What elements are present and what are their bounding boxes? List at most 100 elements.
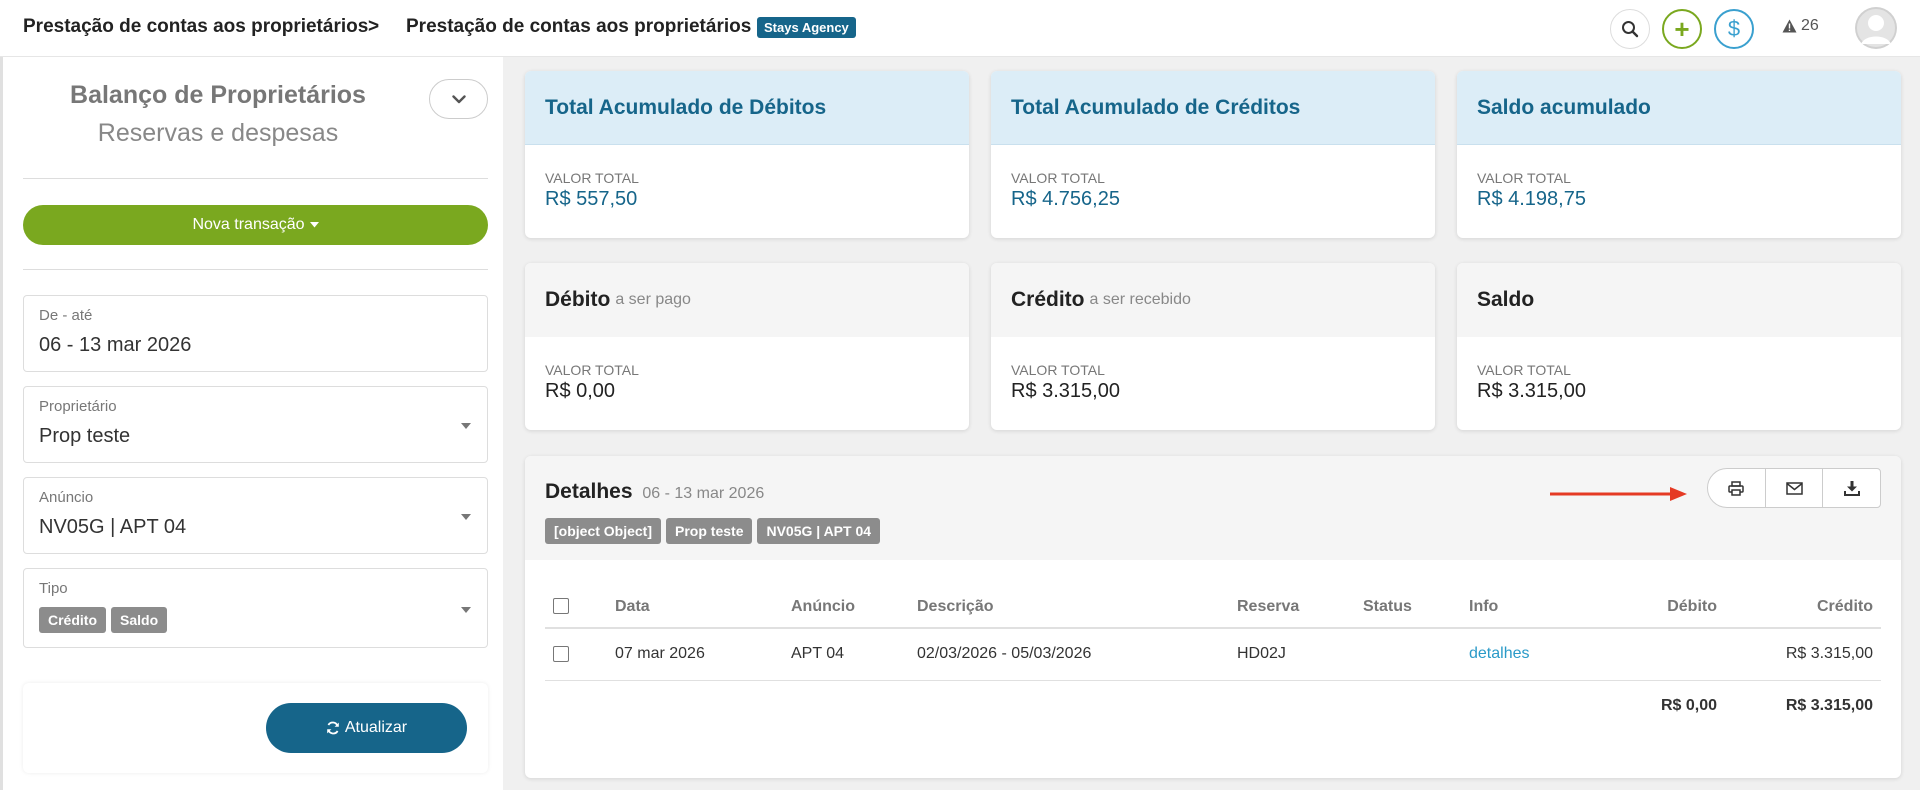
search-button[interactable] xyxy=(1610,9,1650,49)
column-header[interactable]: Data xyxy=(607,586,783,629)
details-header: Detalhes 06 - 13 mar 2026 [object Object… xyxy=(525,456,1901,560)
card-title: Crédito xyxy=(1011,288,1085,311)
row-reservation: HD02J xyxy=(1229,628,1355,681)
card-value-label: VALOR TOTAL xyxy=(1477,170,1571,186)
dollar-icon: $ xyxy=(1727,16,1741,41)
sidebar-footer: Atualizar xyxy=(23,683,488,773)
select-all-checkbox[interactable] xyxy=(553,598,569,615)
column-header[interactable]: Crédito xyxy=(1725,586,1881,629)
empty-cell xyxy=(545,680,607,732)
avatar[interactable] xyxy=(1855,7,1897,49)
new-transaction-label: Nova transação xyxy=(192,216,305,233)
email-button[interactable] xyxy=(1764,469,1823,507)
card-value-label: VALOR TOTAL xyxy=(545,170,639,186)
warning-icon xyxy=(1782,19,1797,33)
card-subtitle: a ser recebido xyxy=(1089,291,1191,308)
card-value: R$ 0,00 xyxy=(545,380,616,402)
date-range-value: 06 - 13 mar 2026 xyxy=(39,334,192,356)
owner-label: Proprietário xyxy=(39,398,117,415)
refresh-icon xyxy=(327,721,339,735)
breadcrumb-separator: > xyxy=(368,16,380,37)
empty-cell xyxy=(1355,680,1461,732)
breadcrumb-item-2: Prestação de contas aos proprietários xyxy=(406,16,752,37)
caret-down-icon xyxy=(309,222,319,228)
row-date: 07 mar 2026 xyxy=(607,628,783,681)
card-title: Saldo acumulado xyxy=(1477,95,1651,119)
totals-row: R$ 0,00 R$ 3.315,00 xyxy=(545,680,1881,732)
card-value: R$ 4.198,75 xyxy=(1477,188,1586,210)
empty-cell xyxy=(607,680,783,732)
column-header[interactable]: Débito xyxy=(1601,586,1725,629)
column-header[interactable]: Anúncio xyxy=(783,586,909,629)
agency-badge: Stays Agency xyxy=(757,17,856,38)
details-range: 06 - 13 mar 2026 xyxy=(642,485,765,502)
alerts-indicator[interactable]: 26 xyxy=(1782,17,1819,35)
column-header[interactable]: Status xyxy=(1355,586,1461,629)
row-listing: APT 04 xyxy=(783,628,909,681)
card-credit: Crédito a ser recebido VALOR TOTAL R$ 3.… xyxy=(991,263,1435,430)
card-value-label: VALOR TOTAL xyxy=(1477,362,1571,378)
type-tags: Crédito Saldo xyxy=(39,607,168,633)
row-checkbox[interactable] xyxy=(553,646,569,663)
sidebar-title: Balanço de Proprietários xyxy=(70,81,366,109)
arrow-right-icon xyxy=(1550,487,1687,501)
card-title: Total Acumulado de Créditos xyxy=(1011,95,1301,119)
type-tag-balance[interactable]: Saldo xyxy=(111,607,168,633)
card-value-label: VALOR TOTAL xyxy=(545,362,639,378)
row-debit xyxy=(1601,628,1725,681)
column-header[interactable]: Reserva xyxy=(1229,586,1355,629)
card-title: Saldo xyxy=(1477,288,1535,311)
card-title: Débito xyxy=(545,288,611,311)
card-debit: Débito a ser pago VALOR TOTAL R$ 0,00 xyxy=(525,263,969,430)
sidebar-subtitle: Reservas e despesas xyxy=(97,119,339,147)
card-value: R$ 3.315,00 xyxy=(1011,380,1120,402)
details-panel: Detalhes 06 - 13 mar 2026 [object Object… xyxy=(525,456,1901,778)
owner-value: Prop teste xyxy=(39,425,131,447)
listing-value: NV05G | APT 04 xyxy=(39,516,187,538)
card-balance-total: Saldo acumulado VALOR TOTAL R$ 4.198,75 xyxy=(1457,71,1901,238)
type-tag-credit[interactable]: Crédito xyxy=(39,607,106,633)
total-debit: R$ 0,00 xyxy=(1660,697,1717,715)
type-select[interactable]: Tipo Crédito Saldo xyxy=(23,568,488,648)
new-transaction-button[interactable]: Nova transação xyxy=(23,205,488,245)
row-description: 02/03/2026 - 05/03/2026 xyxy=(909,628,1229,681)
download-icon xyxy=(1843,480,1860,496)
row-credit: R$ 3.315,00 xyxy=(1725,628,1881,681)
owner-select[interactable]: Proprietário Prop teste xyxy=(23,386,488,463)
row-info: detalhes xyxy=(1461,628,1601,681)
card-debits-total: Total Acumulado de Débitos VALOR TOTAL R… xyxy=(525,71,969,238)
card-value: R$ 3.315,00 xyxy=(1477,380,1586,402)
details-link[interactable]: detalhes xyxy=(1469,645,1530,662)
empty-cell xyxy=(909,680,1229,732)
envelope-icon xyxy=(1785,481,1803,495)
row-select-cell xyxy=(545,628,607,681)
card-value: R$ 557,50 xyxy=(545,188,638,210)
details-filter-tags: [object Object] Prop teste NV05G | APT 0… xyxy=(545,518,881,544)
add-button[interactable]: + xyxy=(1662,9,1702,49)
card-value-label: VALOR TOTAL xyxy=(1011,362,1105,378)
date-range-field[interactable]: De - até 06 - 13 mar 2026 xyxy=(23,295,488,372)
download-button[interactable] xyxy=(1822,469,1880,507)
caret-down-icon xyxy=(461,423,471,429)
card-credits-total: Total Acumulado de Créditos VALOR TOTAL … xyxy=(991,71,1435,238)
filter-tag: [object Object] xyxy=(545,518,662,544)
card-title: Total Acumulado de Débitos xyxy=(545,95,827,119)
card-value-label: VALOR TOTAL xyxy=(1011,170,1105,186)
plus-icon: + xyxy=(1674,13,1690,44)
search-icon xyxy=(1622,21,1639,38)
card-value: R$ 4.756,25 xyxy=(1011,188,1120,210)
collapse-toggle-button[interactable] xyxy=(429,79,488,119)
chevron-down-icon xyxy=(451,94,466,103)
update-button[interactable]: Atualizar xyxy=(266,703,467,753)
listing-select[interactable]: Anúncio NV05G | APT 04 xyxy=(23,477,488,554)
details-title: Detalhes 06 - 13 mar 2026 xyxy=(545,480,764,504)
column-header[interactable]: Descrição xyxy=(909,586,1229,629)
user-icon xyxy=(1855,7,1897,49)
breadcrumb-item-1[interactable]: Prestação de contas aos proprietários xyxy=(23,16,368,38)
filter-tag: Prop teste xyxy=(666,518,753,544)
card-balance: Saldo VALOR TOTAL R$ 3.315,00 xyxy=(1457,263,1901,430)
update-label: Atualizar xyxy=(344,719,408,736)
caret-down-icon xyxy=(461,514,471,520)
print-button[interactable] xyxy=(1708,469,1765,507)
finance-button[interactable]: $ xyxy=(1714,9,1754,49)
